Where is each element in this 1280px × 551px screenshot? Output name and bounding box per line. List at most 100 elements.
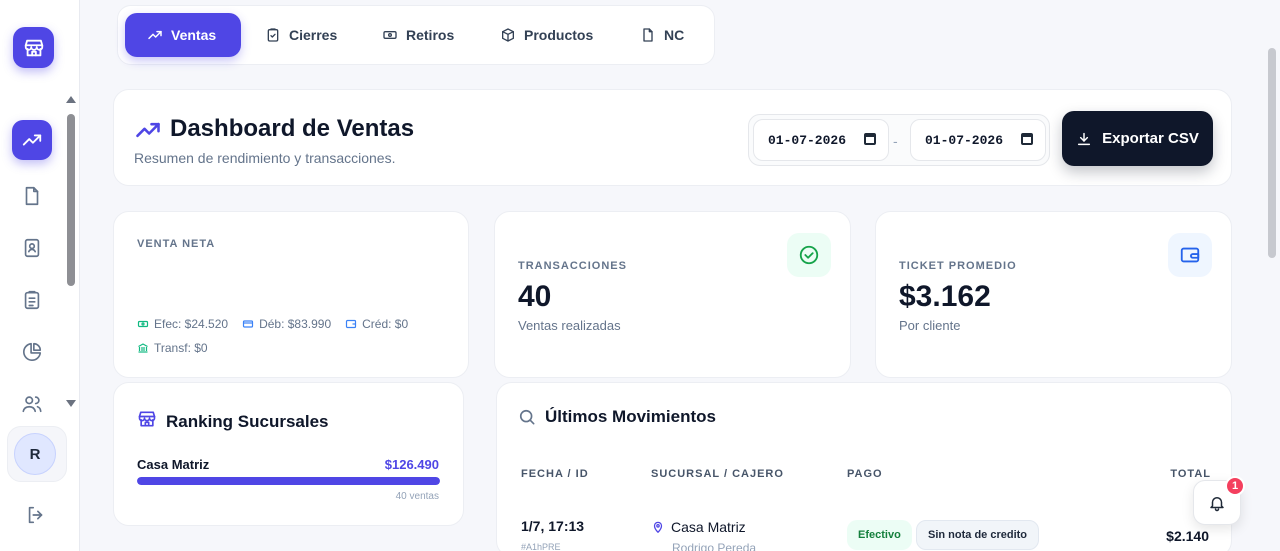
ranking-branch-amount: $126.490 bbox=[384, 457, 439, 472]
users-icon bbox=[22, 396, 42, 413]
trending-up-icon bbox=[148, 30, 162, 40]
tab-label: Cierres bbox=[289, 27, 338, 43]
net-sales-label: VENTA NETA bbox=[137, 238, 216, 250]
date-range-picker: 01-07-2026 - 01-07-2026 bbox=[748, 114, 1050, 166]
tab-label: NC bbox=[664, 27, 685, 43]
banknote-icon bbox=[383, 31, 397, 39]
sidebar-item-contacts[interactable] bbox=[12, 228, 52, 268]
check-circle-icon bbox=[799, 245, 819, 265]
payment-debit: Déb: $83.990 bbox=[242, 317, 331, 331]
credit-card-icon bbox=[242, 320, 254, 328]
ranking-branch-name: Casa Matriz bbox=[137, 457, 210, 472]
row-date: 1/7, 17:13 bbox=[521, 518, 585, 534]
payment-breakdown-transfer: Transf: $0 bbox=[137, 341, 208, 355]
success-badge bbox=[787, 233, 831, 277]
ranking-title: Ranking Sucursales bbox=[166, 412, 329, 431]
sidebar-scroll-thumb[interactable] bbox=[67, 114, 75, 286]
transactions-sub: Ventas realizadas bbox=[518, 318, 621, 333]
contact-book-icon bbox=[24, 238, 40, 258]
payment-transfer: Transf: $0 bbox=[137, 341, 208, 355]
scroll-up-arrow-icon[interactable] bbox=[66, 96, 76, 103]
sidebar-item-sales[interactable] bbox=[12, 120, 52, 160]
payment-breakdown: Efec: $24.520 Déb: $83.990 Créd: $0 bbox=[137, 317, 408, 331]
tab-cierres[interactable]: Cierres bbox=[243, 13, 359, 57]
payment-credit: Créd: $0 bbox=[345, 317, 408, 331]
date-to-value: 01-07-2026 bbox=[925, 132, 1004, 148]
avatar[interactable]: R bbox=[14, 433, 56, 475]
net-sales-card: VENTA NETA Efec: $24.520 Déb: $83.990 Cr… bbox=[113, 211, 469, 378]
column-header-total[interactable]: TOTAL bbox=[1170, 468, 1211, 480]
sidebar-item-users[interactable] bbox=[12, 384, 52, 424]
column-header-date[interactable]: FECHA / ID bbox=[521, 468, 589, 480]
column-header-payment[interactable]: PAGO bbox=[847, 468, 883, 480]
file-icon bbox=[25, 186, 39, 206]
export-label: Exportar CSV bbox=[1102, 130, 1199, 147]
row-total: $2.140 bbox=[1166, 528, 1209, 544]
wallet-badge bbox=[1168, 233, 1212, 277]
bank-icon bbox=[138, 343, 148, 353]
payment-cash: Efec: $24.520 bbox=[137, 317, 228, 331]
calendar-icon[interactable] bbox=[1021, 133, 1033, 145]
page-scrollbar[interactable] bbox=[1268, 48, 1276, 258]
payment-method-badge: Efectivo bbox=[847, 520, 912, 550]
transactions-value: 40 bbox=[518, 280, 552, 313]
page-title: Dashboard de Ventas bbox=[170, 115, 415, 142]
page-subtitle: Resumen de rendimiento y transacciones. bbox=[134, 150, 396, 166]
trending-up-icon bbox=[136, 122, 160, 138]
export-csv-button[interactable]: Exportar CSV bbox=[1062, 111, 1213, 166]
section-tabs: Ventas Cierres Retiros Productos NC bbox=[117, 5, 715, 65]
scroll-down-arrow-icon[interactable] bbox=[66, 400, 76, 407]
branch-ranking-card: Ranking Sucursales Casa Matriz $126.490 … bbox=[113, 382, 464, 526]
tab-retiros[interactable]: Retiros bbox=[360, 13, 476, 57]
sidebar-item-documents[interactable] bbox=[12, 176, 52, 216]
row-branch: Casa Matriz bbox=[651, 519, 746, 535]
date-from-value: 01-07-2026 bbox=[768, 132, 847, 148]
wallet-icon bbox=[346, 319, 357, 329]
avg-ticket-card: TICKET PROMEDIO $3.162 Por cliente bbox=[875, 211, 1232, 378]
tab-nc[interactable]: NC bbox=[618, 13, 706, 57]
credit-note-badge: Sin nota de credito bbox=[916, 520, 1040, 550]
clipboard-list-icon bbox=[24, 290, 40, 310]
notification-count-badge: 1 bbox=[1225, 476, 1245, 496]
sidebar-item-checklist[interactable] bbox=[12, 280, 52, 320]
wallet-icon bbox=[1180, 247, 1200, 263]
box-icon bbox=[502, 28, 514, 42]
logout-button[interactable] bbox=[25, 504, 47, 526]
tab-productos[interactable]: Productos bbox=[478, 13, 615, 57]
store-logo-button[interactable] bbox=[13, 27, 54, 68]
row-id: #A1hPRE bbox=[521, 542, 561, 551]
search-icon[interactable] bbox=[517, 407, 537, 427]
calendar-icon[interactable] bbox=[864, 133, 876, 145]
logout-icon bbox=[28, 506, 43, 524]
sidebar-item-reports[interactable] bbox=[12, 332, 52, 372]
trending-up-icon bbox=[22, 134, 42, 146]
ranking-sales-count: 40 ventas bbox=[395, 491, 439, 502]
transactions-card: TRANSACCIONES 40 Ventas realizadas bbox=[494, 211, 851, 378]
ranking-progress-fill bbox=[137, 477, 440, 485]
user-profile[interactable]: R bbox=[7, 426, 67, 482]
store-icon bbox=[24, 39, 43, 56]
row-cashier: Rodrigo Pereda bbox=[672, 541, 757, 551]
date-to-input[interactable]: 01-07-2026 bbox=[910, 119, 1046, 161]
file-icon bbox=[643, 28, 653, 42]
banknote-icon bbox=[137, 320, 149, 328]
column-header-branch[interactable]: SUCURSAL / CAJERO bbox=[651, 468, 784, 480]
date-from-input[interactable]: 01-07-2026 bbox=[753, 119, 889, 161]
avg-ticket-label: TICKET PROMEDIO bbox=[899, 260, 1017, 272]
store-icon bbox=[138, 411, 156, 427]
dashboard-header: Dashboard de Ventas Resumen de rendimien… bbox=[113, 89, 1232, 186]
map-pin-icon bbox=[653, 521, 663, 533]
pie-chart-icon bbox=[22, 342, 42, 362]
download-icon bbox=[1078, 132, 1091, 145]
sidebar-scrollbar[interactable] bbox=[66, 96, 76, 408]
date-separator: - bbox=[893, 133, 898, 149]
latest-movements-card: Últimos Movimientos FECHA / ID SUCURSAL … bbox=[496, 382, 1232, 551]
tab-label: Ventas bbox=[171, 27, 217, 43]
avg-ticket-sub: Por cliente bbox=[899, 318, 961, 333]
sidebar: R bbox=[0, 0, 80, 551]
tab-ventas[interactable]: Ventas bbox=[125, 13, 241, 57]
clipboard-check-icon bbox=[267, 28, 279, 42]
ranking-progress-bar bbox=[137, 477, 440, 485]
tab-label: Retiros bbox=[406, 27, 455, 43]
transactions-label: TRANSACCIONES bbox=[518, 260, 627, 272]
